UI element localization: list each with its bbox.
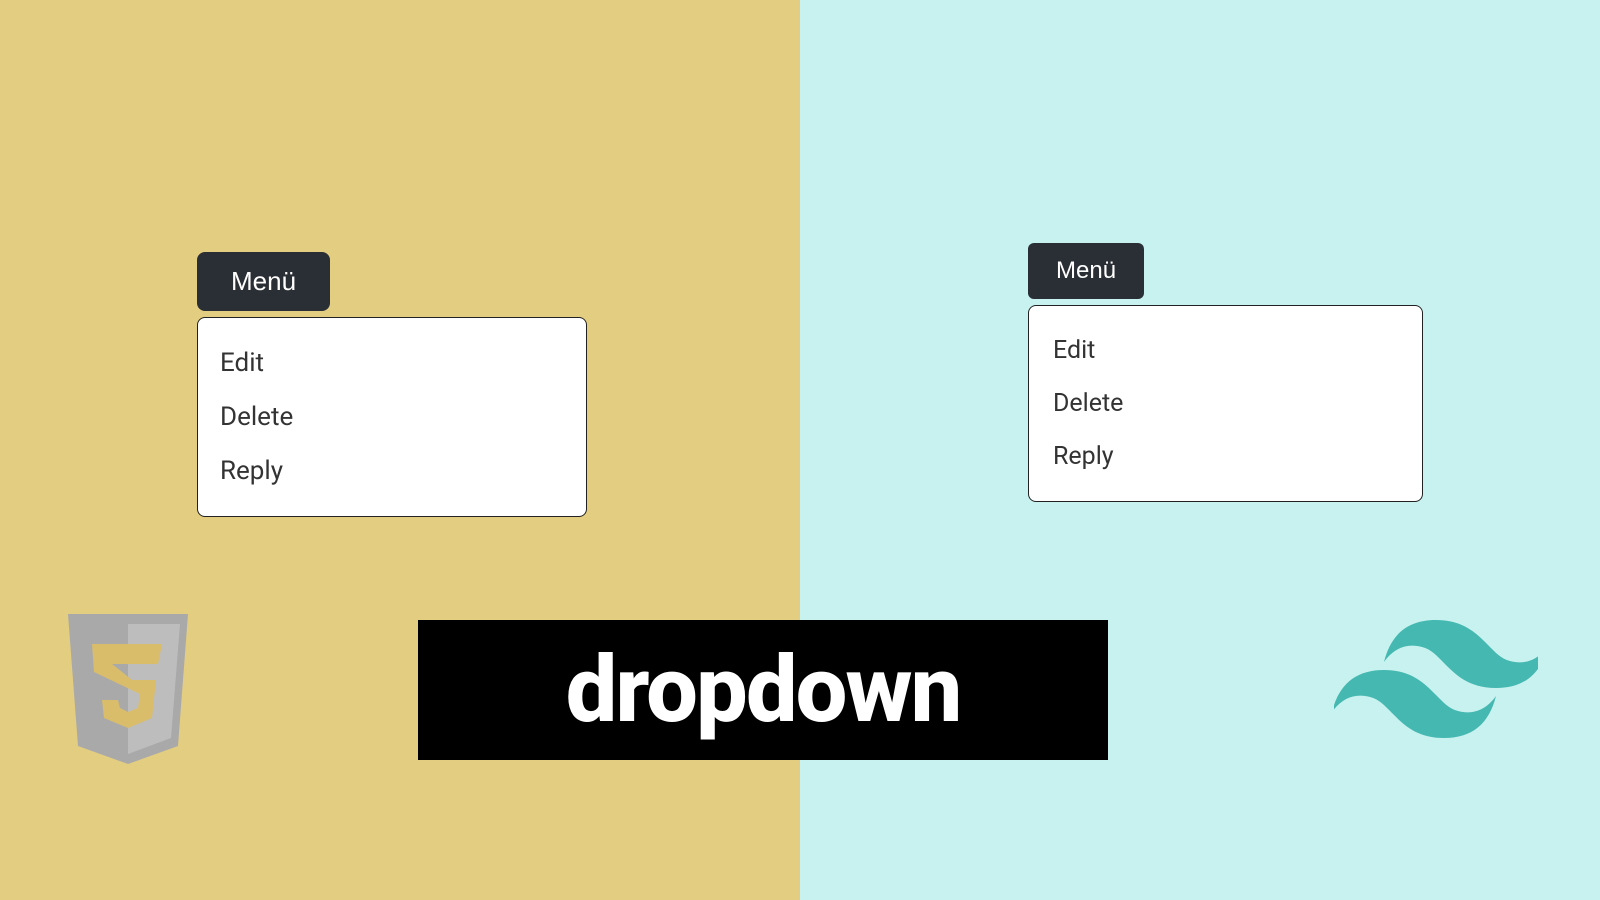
menu-button-left[interactable]: Menü: [197, 252, 330, 311]
dropdown-item-delete[interactable]: Delete: [1053, 377, 1398, 430]
dropdown-left: Menü Edit Delete Reply: [197, 252, 587, 517]
menu-button-right[interactable]: Menü: [1028, 243, 1144, 299]
dropdown-item-reply[interactable]: Reply: [1053, 430, 1398, 483]
tailwind-logo-icon: [1334, 614, 1538, 738]
css3-logo-icon: [62, 614, 194, 764]
dropdown-item-reply[interactable]: Reply: [220, 444, 564, 498]
dropdown-item-delete[interactable]: Delete: [220, 390, 564, 444]
dropdown-panel-left: Edit Delete Reply: [197, 317, 587, 517]
title-text: dropdown: [566, 637, 961, 744]
dropdown-item-edit[interactable]: Edit: [220, 336, 564, 390]
dropdown-right: Menü Edit Delete Reply: [1028, 243, 1423, 502]
dropdown-item-edit[interactable]: Edit: [1053, 324, 1398, 377]
dropdown-panel-right: Edit Delete Reply: [1028, 305, 1423, 502]
title-banner: dropdown: [418, 620, 1108, 760]
